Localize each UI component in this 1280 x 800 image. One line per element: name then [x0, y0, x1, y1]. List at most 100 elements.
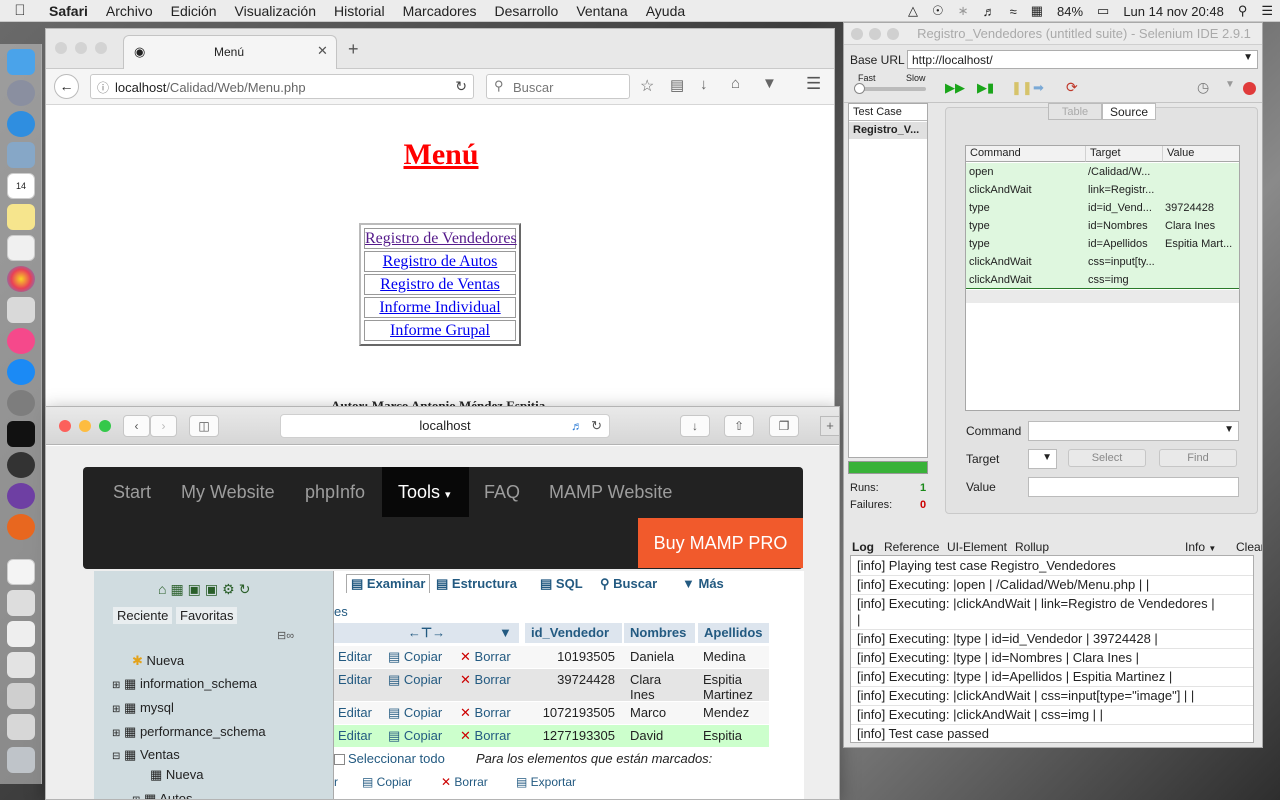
buy-mamp-pro-button[interactable]: Buy MAMP PRO: [638, 518, 803, 568]
status-lock-icon[interactable]: △: [901, 3, 925, 19]
delete-link[interactable]: ✕ Borrar: [460, 705, 511, 721]
command-row[interactable]: type id=Apellidos Espitia Mart...: [966, 235, 1239, 253]
reference-tab[interactable]: Reference: [884, 540, 939, 554]
sort-toggle-icon[interactable]: ▼: [493, 623, 519, 643]
spotlight-search-icon[interactable]: ⚲: [1231, 3, 1255, 19]
photos-icon[interactable]: [7, 266, 35, 292]
link-informe-individual[interactable]: Informe Individual: [364, 297, 516, 318]
tree-item-autos[interactable]: ⊞ ▦ Autos: [132, 791, 192, 799]
search-box[interactable]: ⚲ Buscar: [486, 74, 630, 99]
table-row[interactable]: Editar ▤ Copiar ✕ Borrar 39724428 Clara …: [334, 669, 769, 702]
nav-mamp-website[interactable]: MAMP Website: [533, 467, 688, 517]
command-input[interactable]: ▼: [1028, 421, 1239, 441]
audio-icon[interactable]: ♬: [571, 415, 583, 437]
expand-icon[interactable]: ⊞: [112, 728, 120, 739]
tab-sql[interactable]: ▤ SQL: [540, 576, 583, 592]
link-registro-ventas[interactable]: Registro de Ventas: [364, 274, 516, 295]
select-all-link[interactable]: Seleccionar todo: [348, 751, 445, 766]
select-all-checkbox[interactable]: [334, 754, 345, 765]
select-button[interactable]: Select: [1068, 449, 1146, 467]
collapse-icon[interactable]: ⊟: [112, 751, 120, 762]
dropdown-arrow-icon[interactable]: ▼: [1042, 452, 1052, 463]
schedule-clock-icon[interactable]: ◷: [1197, 79, 1209, 96]
test-case-item[interactable]: Registro_V...: [849, 122, 927, 139]
notification-center-icon[interactable]: ☰: [1254, 3, 1280, 19]
pma-nav-icons[interactable]: ⌂▦▣▣⚙↻: [158, 581, 254, 598]
tree-item-mysql[interactable]: ⊞ ▦ mysql: [112, 700, 174, 716]
clear-log-button[interactable]: Clear: [1236, 540, 1262, 554]
tree-item-performance-schema[interactable]: ⊞ ▦ performance_schema: [112, 724, 266, 740]
trash-icon[interactable]: [7, 747, 35, 773]
reload-icon[interactable]: ↻: [455, 78, 467, 95]
value-input[interactable]: [1028, 477, 1239, 497]
delete-link[interactable]: ✕ Borrar: [460, 728, 511, 744]
column-header-apellidos[interactable]: Apellidos: [698, 623, 769, 643]
minimize-window-button[interactable]: [79, 420, 91, 432]
tree-item-information-schema[interactable]: ⊞ ▦ information_schema: [112, 676, 257, 692]
menu-marcadores[interactable]: Marcadores: [394, 3, 486, 19]
mail-icon[interactable]: [7, 142, 35, 168]
column-resize-header[interactable]: ←⊤→: [334, 623, 519, 643]
menu-ayuda[interactable]: Ayuda: [637, 3, 694, 19]
target-input[interactable]: ▼: [1028, 449, 1057, 469]
window-thumbnail-icon[interactable]: [7, 652, 35, 678]
menu-archivo[interactable]: Archivo: [97, 3, 162, 19]
tab-source[interactable]: Source: [1102, 103, 1156, 120]
edit-link[interactable]: Editar: [338, 728, 372, 743]
launchpad-icon[interactable]: [7, 80, 35, 106]
command-row[interactable]: clickAndWait css=img: [966, 271, 1239, 289]
table-row[interactable]: Editar ▤ Copiar ✕ Borrar 1072193505 Marc…: [334, 702, 769, 724]
menu-historial[interactable]: Historial: [325, 3, 394, 19]
tree-item-new[interactable]: ✱ Nueva: [132, 653, 184, 669]
new-tab-button[interactable]: +: [820, 416, 839, 436]
command-row[interactable]: open/Calidad/W...: [966, 163, 1239, 181]
downloads-icon[interactable]: ↓: [700, 76, 708, 93]
downloads-icon[interactable]: ↓: [680, 415, 710, 437]
link-registro-vendedores[interactable]: Registro de Vendedores: [364, 228, 517, 249]
collapse-link-icon[interactable]: ⊟∞: [277, 629, 294, 642]
document-icon[interactable]: [7, 559, 35, 585]
nav-faq[interactable]: FAQ: [468, 467, 536, 517]
column-header-nombres[interactable]: Nombres: [624, 623, 695, 643]
battery-percent[interactable]: 84%: [1050, 4, 1090, 19]
menu-ventana[interactable]: Ventana: [567, 3, 636, 19]
bulk-action-partial[interactable]: r: [334, 775, 338, 789]
log-tab[interactable]: Log: [852, 540, 874, 554]
window-thumbnail-icon[interactable]: [7, 621, 35, 647]
tab-mas[interactable]: ▼ Más: [682, 576, 724, 591]
expand-icon[interactable]: ⊞: [112, 680, 120, 691]
ui-element-tab[interactable]: UI-Element: [947, 540, 1007, 554]
play-suite-icon[interactable]: ▶▶: [945, 80, 965, 96]
tab-examinar[interactable]: ▤ Examinar: [346, 574, 431, 593]
edit-link[interactable]: Editar: [338, 705, 372, 720]
close-window-button[interactable]: [851, 28, 863, 40]
menu-desarrollo[interactable]: Desarrollo: [486, 3, 568, 19]
close-tab-icon[interactable]: ✕: [317, 43, 328, 59]
clock[interactable]: Lun 14 nov 20:48: [1116, 4, 1230, 19]
pause-icon[interactable]: ❚❚: [1011, 80, 1033, 96]
minimize-window-button[interactable]: [75, 42, 87, 54]
reload-icon[interactable]: ↻: [591, 415, 602, 437]
tree-item-ventas[interactable]: ⊟ ▦ Ventas: [112, 747, 180, 763]
table-row[interactable]: Editar ▤ Copiar ✕ Borrar 1277193305 Davi…: [334, 725, 769, 747]
rollup-tab[interactable]: Rollup: [1015, 540, 1049, 554]
window-thumbnail-icon[interactable]: [7, 714, 35, 740]
expand-icon[interactable]: ⊞: [112, 704, 120, 715]
delete-link[interactable]: ✕ Borrar: [460, 649, 511, 665]
reading-list-icon[interactable]: ▤: [670, 76, 684, 94]
finder-icon[interactable]: [7, 49, 35, 75]
edit-link[interactable]: Editar: [338, 649, 372, 664]
zoom-window-button[interactable]: [99, 420, 111, 432]
zoom-window-button[interactable]: [95, 42, 107, 54]
browser-tab[interactable]: ◉ Menú ✕: [123, 35, 337, 69]
tree-item-new-table[interactable]: ▦ Nueva: [150, 767, 204, 783]
terminal-icon[interactable]: [7, 421, 35, 447]
system-preferences-icon[interactable]: [7, 390, 35, 416]
sidebar-icon[interactable]: ◫: [189, 415, 219, 437]
app-store-icon[interactable]: [7, 359, 35, 385]
menu-app-safari[interactable]: Safari: [40, 3, 97, 19]
battery-icon[interactable]: ▭: [1090, 3, 1116, 19]
schedule-dropdown-icon[interactable]: ▼: [1225, 79, 1235, 90]
dropdown-arrow-icon[interactable]: ▼: [1243, 52, 1253, 63]
menu-visualizacion[interactable]: Visualización: [226, 3, 325, 19]
